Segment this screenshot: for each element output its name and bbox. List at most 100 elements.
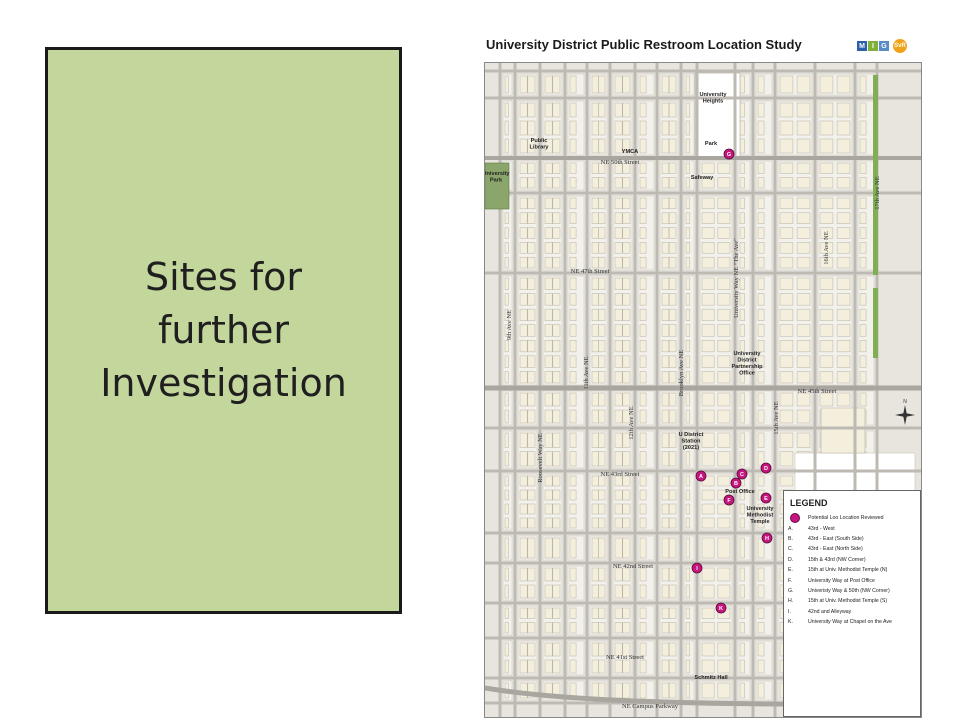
legend-text: 42nd and Alleyway [808, 608, 852, 615]
marker-letter: K [719, 606, 723, 612]
marker-letter: G [727, 152, 731, 158]
legend-item: K. University Way at Chapel on the Ave [784, 617, 920, 627]
legend-text: University Way at Chapel on the Ave [808, 619, 892, 626]
street-label: Roosevelt Way NE [537, 433, 544, 483]
street-label: NE 45th Street [798, 388, 837, 395]
loo-marker-icon [790, 513, 800, 524]
legend-text: 43rd - East (North Side) [808, 546, 863, 553]
street-label: 12th Ave NE [628, 406, 635, 439]
legend-text: 15th at Univ. Methodist Temple (N) [808, 567, 888, 574]
place-label: Heights [703, 99, 724, 105]
place-label: Schmitz Hall [694, 675, 728, 681]
logo-letter: M [857, 41, 867, 51]
street-label: Brooklyn Ave NE [678, 350, 685, 396]
legend-text: 43rd - East (South Side) [808, 535, 864, 542]
place-label: U District [679, 432, 704, 438]
legend-text: 15th & 43rd (NW Corner) [808, 556, 866, 563]
street-label: 16th Ave NE [823, 231, 830, 264]
legend-letter: B. [788, 535, 793, 542]
street-label: NE 47th Street [571, 268, 610, 275]
legend-text: Univeristy Way & 50th (NW Corner) [808, 587, 890, 594]
place-label: YMCA [622, 149, 638, 155]
street-label: 15th Ave NE [773, 401, 780, 434]
place-label: University [699, 92, 727, 98]
legend-item: D. 15th & 43rd (NW Corner) [784, 555, 920, 565]
marker-letter: D [764, 466, 768, 472]
legend-dot-row: Potential Loo Location Reviewed [784, 513, 920, 524]
marker-letter: H [765, 536, 769, 542]
box-title: Sites for further Investigation [100, 254, 347, 406]
marker-letter: B [734, 481, 738, 487]
place-label: Safeway [691, 175, 714, 181]
street-label: NE 42nd Street [613, 563, 653, 570]
legend-letter: F. [788, 577, 793, 584]
legend-letter: D. [788, 556, 794, 563]
map-panel: NE 50th Street NE 47th Street NE 45th Stre… [484, 62, 922, 718]
street-label: 11th Ave NE [583, 356, 590, 389]
legend-letter: H. [788, 598, 794, 605]
legend-text: 15th at Univ. Methodist Temple (S) [808, 598, 888, 605]
legend-item: B. 43rd - East (South Side) [784, 534, 920, 544]
street-label: 17th Ave NE [874, 176, 881, 209]
map-legend: LEGEND Potential Loo Location Reviewed A… [783, 490, 921, 717]
place-label: District [737, 358, 756, 364]
map-title: University District Public Restroom Loca… [486, 37, 802, 52]
place-label: Station [682, 439, 702, 445]
place-label: Library [530, 145, 550, 151]
legend-dot-label: Potential Loo Location Reviewed [808, 515, 884, 522]
place-label: Public [531, 138, 548, 144]
legend-item: H. 15th at Univ. Methodist Temple (S) [784, 596, 920, 606]
legend-letter: K. [788, 619, 793, 626]
legend-item: G. Univeristy Way & 50th (NW Corner) [784, 586, 920, 596]
legend-item: C. 43rd - East (North Side) [784, 544, 920, 554]
logo-letter: G [879, 41, 889, 51]
legend-item: F. University Way at Post Office [784, 575, 920, 585]
legend-text: 43rd - West [808, 525, 835, 532]
place-label: Park [705, 141, 718, 147]
place-label: Partnership [731, 364, 763, 370]
legend-title: LEGEND [790, 498, 828, 508]
legend-letter: I. [788, 608, 791, 615]
street-label: NE 41st Street [606, 654, 644, 661]
logo-letter: SvR [893, 39, 907, 53]
place-label: Post Office [725, 489, 755, 495]
legend-letter: E. [788, 567, 793, 574]
loo-marker-a[interactable]: A [695, 470, 707, 482]
marker-letter: C [740, 472, 744, 478]
place-label: University [746, 506, 774, 512]
legend-letter: A. [788, 525, 793, 532]
loo-marker-i[interactable]: I [691, 562, 703, 574]
logo-letter: I [868, 41, 878, 51]
place-label: Temple [750, 519, 769, 525]
street-label: NE 50th Street [601, 159, 640, 166]
place-label: (2021) [683, 445, 699, 451]
compass-label: N [903, 399, 907, 405]
loo-marker-d[interactable]: D [760, 462, 772, 474]
street-label: University Way NE "The Ave" [733, 238, 740, 318]
street-label: NE Campus Parkway [622, 703, 679, 710]
loo-marker-f[interactable]: F [723, 494, 735, 506]
place-label: Park [490, 178, 503, 184]
loo-marker-c[interactable]: C [736, 468, 748, 480]
legend-item: E. 15th at Univ. Methodist Temple (N) [784, 565, 920, 575]
place-label: Office [739, 371, 755, 377]
loo-marker-g[interactable]: G [723, 148, 735, 160]
marker-letter: A [699, 474, 703, 480]
legend-letter: G. [788, 587, 794, 594]
loo-marker-h[interactable]: H [761, 532, 773, 544]
loo-marker-k[interactable]: K [715, 602, 727, 614]
legend-text: University Way at Post Office [808, 577, 875, 584]
street-label: NE 43rd Street [601, 471, 640, 478]
sites-box: Sites for further Investigation [45, 47, 402, 614]
place-label: University [485, 171, 510, 177]
loo-marker-b[interactable]: B [730, 477, 742, 489]
loo-marker-e[interactable]: E [760, 492, 772, 504]
marker-letter: E [764, 496, 768, 502]
legend-item: I. 42nd and Alleyway [784, 607, 920, 617]
legend-item: A. 43rd - West [784, 523, 920, 533]
legend-letter: C. [788, 546, 794, 553]
place-label: University [733, 351, 761, 357]
street-label: 9th Ave NE [506, 310, 513, 340]
logo-group: M I G SvR [857, 39, 907, 53]
place-label: Methodist [747, 513, 774, 519]
